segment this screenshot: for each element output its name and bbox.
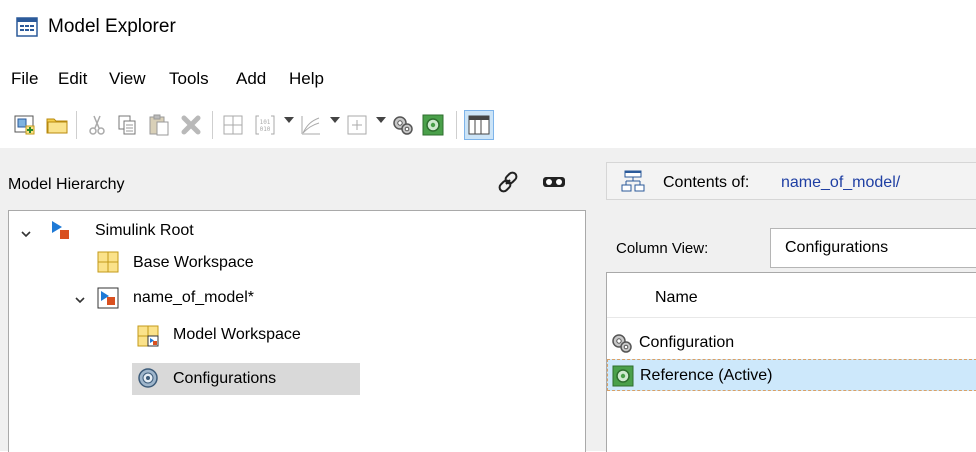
simulink-root-icon (52, 221, 69, 239)
chevron-down-icon[interactable] (75, 295, 85, 305)
chevron-down-icon[interactable] (21, 229, 31, 239)
menu-edit[interactable]: Edit (58, 69, 87, 89)
config-reference-icon[interactable] (418, 110, 448, 140)
menu-tools[interactable]: Tools (169, 69, 209, 89)
list-item-reference-active[interactable]: Reference (Active) (607, 359, 976, 391)
configuration-set-icon (612, 334, 632, 353)
delete-icon[interactable] (176, 110, 206, 140)
tree-item-label: Base Workspace (133, 254, 254, 271)
model-workspace-icon (137, 325, 159, 347)
menu-add[interactable]: Add (236, 69, 266, 89)
show-only-icon[interactable] (538, 166, 570, 198)
menu-view[interactable]: View (109, 69, 146, 89)
copy-icon[interactable] (112, 110, 142, 140)
chevron-down-icon[interactable] (284, 117, 294, 123)
hierarchy-icon (621, 170, 645, 192)
model-tree: Simulink Root Base Workspace name_of_mod… (8, 210, 586, 452)
new-model-icon[interactable] (10, 110, 40, 140)
column-header-name[interactable]: Name (655, 289, 698, 307)
toolbar-separator (76, 111, 77, 139)
dialog-view-icon[interactable] (464, 110, 494, 140)
add-matlab-variable-icon[interactable] (218, 110, 248, 140)
link-icon[interactable] (492, 166, 524, 198)
contents-path-link[interactable]: name_of_model/ (781, 174, 900, 192)
list-item-configuration[interactable]: Configuration (607, 327, 976, 359)
add-signal-icon[interactable] (296, 110, 326, 140)
column-view-select[interactable]: Configurations (770, 228, 976, 268)
toolbar: 101 010 (0, 105, 976, 145)
configuration-reference-icon (612, 365, 634, 387)
tree-item-label: Configurations (173, 370, 277, 387)
model-hierarchy-pane: Model Hierarchy Simulink Root Base Works… (0, 148, 592, 452)
contents-of-bar: Contents of: name_of_model/ (606, 162, 976, 200)
model-icon (97, 287, 119, 309)
menu-help[interactable]: Help (289, 69, 324, 89)
tree-item-label: name_of_model* (133, 289, 254, 306)
tree-item-label: Model Workspace (173, 326, 301, 343)
toolbar-separator (456, 111, 457, 139)
window-title: Model Explorer (48, 16, 176, 37)
add-simulink-data-icon[interactable]: 101 010 (250, 110, 280, 140)
config-set-icon[interactable] (388, 110, 418, 140)
list-header: Name (607, 273, 976, 318)
open-folder-icon[interactable] (42, 110, 72, 140)
cut-icon[interactable] (82, 110, 112, 140)
contents-of-label: Contents of: (663, 174, 750, 191)
svg-text:101: 101 (260, 119, 271, 126)
toolbar-separator (212, 111, 213, 139)
workspace-icon (97, 251, 119, 273)
model-hierarchy-header: Model Hierarchy (0, 148, 592, 208)
column-view-value: Configurations (785, 239, 889, 256)
add-parameter-icon[interactable] (342, 110, 372, 140)
list-item-label: Reference (Active) (640, 367, 773, 384)
model-hierarchy-title: Model Hierarchy (8, 176, 125, 193)
contents-list: Name Configuration Reference (Active) (606, 272, 976, 452)
tree-item-label: Simulink Root (95, 222, 194, 239)
paste-icon[interactable] (144, 110, 174, 140)
configurations-icon (138, 368, 158, 388)
title-bar: Model Explorer (0, 0, 976, 58)
chevron-down-icon[interactable] (330, 117, 340, 123)
menu-file[interactable]: File (11, 69, 38, 89)
column-view-label: Column View: (616, 240, 709, 257)
menu-bar: File Edit View Tools Add Help (0, 62, 976, 96)
svg-text:010: 010 (260, 126, 271, 133)
contents-pane: Contents of: name_of_model/ Column View:… (592, 148, 976, 452)
chevron-down-icon[interactable] (376, 117, 386, 123)
contents-header: Contents of: name_of_model/ Column View:… (592, 148, 976, 268)
model-explorer-icon (16, 17, 38, 37)
list-item-label: Configuration (639, 334, 735, 351)
